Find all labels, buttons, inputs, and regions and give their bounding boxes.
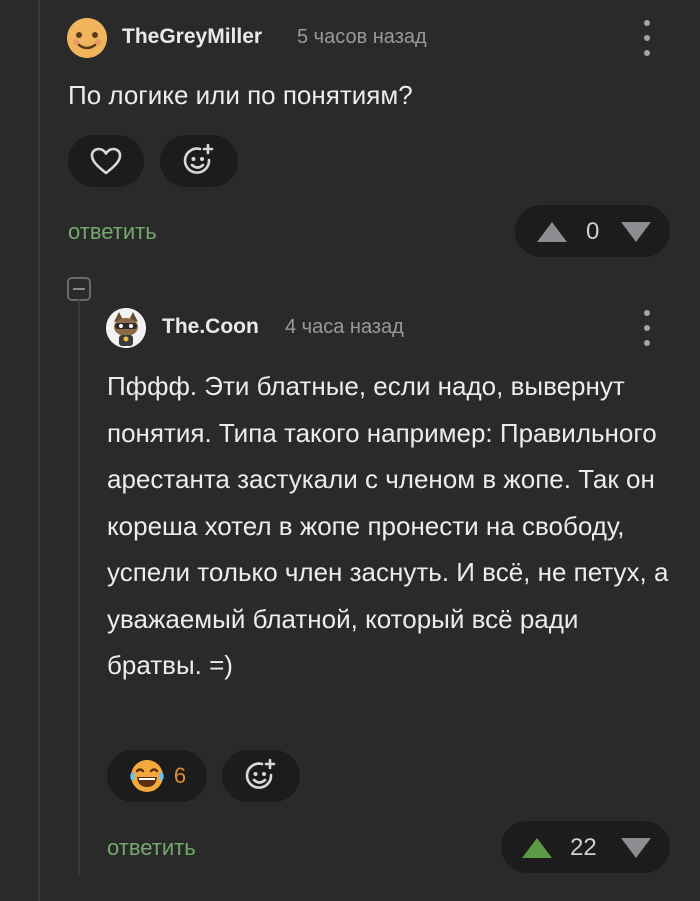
like-button[interactable] — [68, 135, 144, 187]
avatar[interactable] — [106, 308, 146, 348]
vote-widget: 22 — [501, 821, 670, 873]
reaction-count: 6 — [173, 763, 187, 788]
collapse-icon[interactable] — [67, 277, 91, 301]
reply-link[interactable]: ответить — [107, 835, 196, 861]
add-emoji-icon — [245, 758, 276, 789]
add-emoji-icon — [183, 143, 214, 174]
kebab-menu-icon[interactable] — [643, 20, 651, 56]
comment-username[interactable]: TheGreyMiller — [122, 25, 262, 49]
add-reaction-button[interactable] — [222, 750, 300, 802]
kebab-menu-icon[interactable] — [643, 310, 651, 346]
upvote-icon[interactable] — [535, 220, 569, 244]
upvote-icon[interactable] — [520, 836, 554, 860]
add-reaction-button[interactable] — [160, 135, 238, 187]
downvote-icon[interactable] — [619, 836, 653, 860]
heart-icon — [90, 147, 122, 175]
comment-text: Пффф. Эти блатные, если надо, вывернут п… — [107, 371, 669, 680]
avatar[interactable] — [67, 18, 107, 58]
downvote-icon[interactable] — [619, 220, 653, 244]
comment-time: 4 часа назад — [285, 316, 404, 338]
comment-time: 5 часов назад — [297, 26, 427, 48]
thread-line — [38, 0, 40, 901]
comment-text: По логике или по понятиям? — [68, 80, 413, 110]
rating-count: 0 — [586, 218, 600, 245]
comment-username[interactable]: The.Coon — [162, 315, 259, 339]
thread-line — [78, 300, 80, 875]
vote-widget: 0 — [515, 205, 670, 257]
reaction-button[interactable]: 6 — [107, 750, 207, 802]
rating-count: 22 — [570, 834, 597, 861]
reply-link[interactable]: ответить — [68, 219, 157, 245]
laughing-emoji-icon — [130, 760, 164, 792]
